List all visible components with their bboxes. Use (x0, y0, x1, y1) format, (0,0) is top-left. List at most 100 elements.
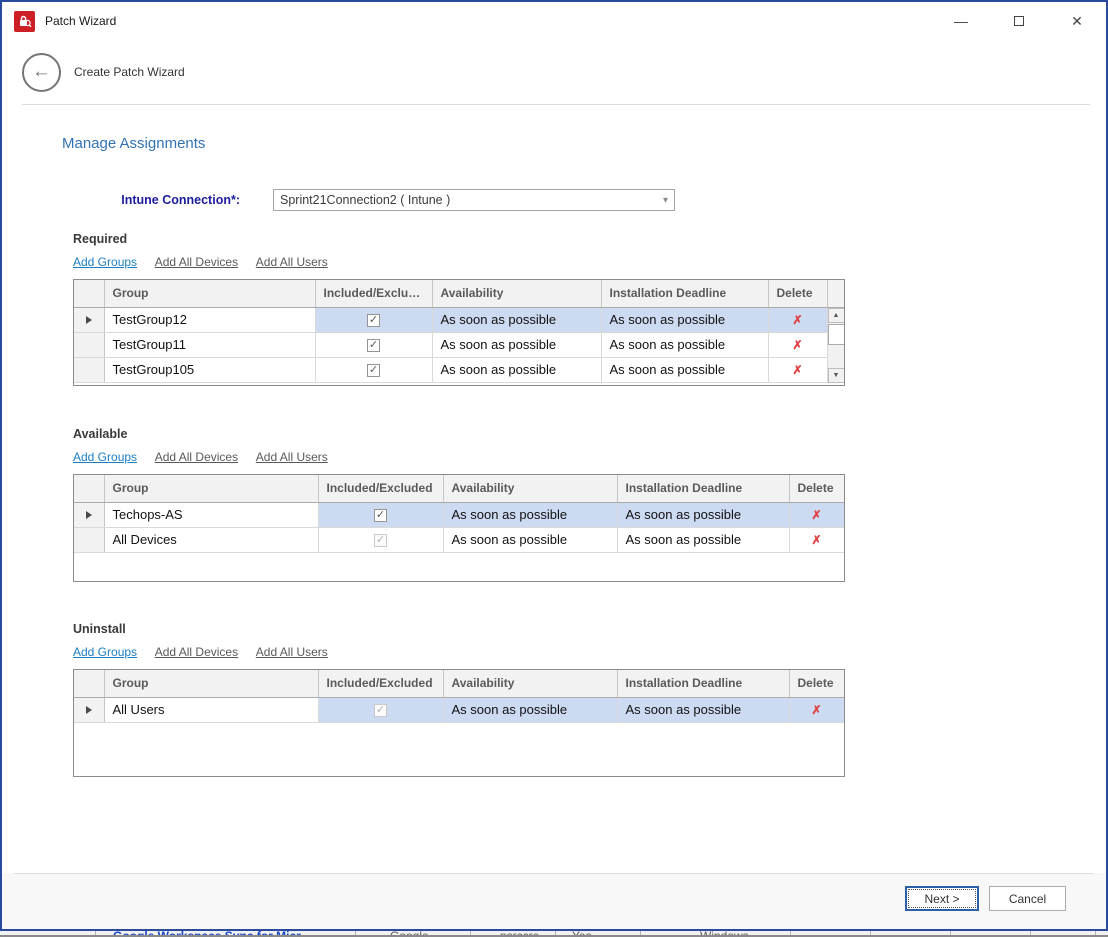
scroll-down-button[interactable]: ▼ (828, 368, 845, 383)
row-selector[interactable] (74, 307, 104, 332)
delete-x-icon[interactable]: ✗ (811, 508, 821, 522)
table-row: All Devices ✓ As soon as possible As soo… (74, 527, 844, 552)
availability-cell[interactable]: As soon as possible (432, 357, 601, 382)
included-cell[interactable]: ✓ (318, 502, 443, 527)
required-add-all-devices-link[interactable]: Add All Devices (155, 255, 238, 269)
delete-x-icon[interactable]: ✗ (792, 313, 802, 327)
delete-cell[interactable]: ✗ (768, 307, 827, 332)
scroll-track[interactable] (828, 345, 845, 368)
close-button[interactable]: ✕ (1048, 2, 1106, 40)
cancel-button-label: Cancel (1009, 892, 1046, 906)
group-cell[interactable]: TestGroup12 (104, 307, 315, 332)
titlebar: Patch Wizard — ✕ (2, 2, 1106, 40)
available-add-all-users-link[interactable]: Add All Users (256, 450, 328, 464)
arrow-left-icon: ← (32, 61, 51, 83)
uninstall-add-all-users-link[interactable]: Add All Users (256, 645, 328, 659)
delete-cell[interactable]: ✗ (789, 527, 844, 552)
deadline-cell[interactable]: As soon as possible (617, 697, 789, 722)
patch-wizard-window: Patch Wizard — ✕ ← Create Patch Wizard M… (0, 0, 1108, 931)
delete-x-icon[interactable]: ✗ (792, 338, 802, 352)
availability-cell[interactable]: As soon as possible (443, 697, 617, 722)
uninstall-add-groups-link[interactable]: Add Groups (73, 645, 137, 659)
availability-cell[interactable]: As soon as possible (443, 527, 617, 552)
intune-connection-label: Intune Connection*: (62, 193, 240, 207)
group-cell[interactable]: All Users (104, 697, 318, 722)
deadline-cell[interactable]: As soon as possible (601, 307, 768, 332)
required-assignments-table: Group Included/Excluded Availability Ins… (73, 279, 845, 386)
included-cell[interactable]: ✓ (318, 527, 443, 552)
included-checkbox[interactable]: ✓ (367, 339, 380, 352)
group-cell[interactable]: All Devices (104, 527, 318, 552)
delete-cell[interactable]: ✗ (789, 697, 844, 722)
delete-x-icon[interactable]: ✗ (792, 363, 802, 377)
row-selector[interactable] (74, 697, 104, 722)
intune-connection-select[interactable]: Sprint21Connection2 ( Intune ) ▾ (273, 189, 675, 211)
app-lock-search-icon (14, 11, 35, 32)
delete-cell[interactable]: ✗ (789, 502, 844, 527)
availability-cell[interactable]: As soon as possible (432, 332, 601, 357)
included-checkbox[interactable]: ✓ (367, 364, 380, 377)
scroll-down-icon: ▼ (833, 372, 840, 379)
included-cell[interactable]: ✓ (318, 697, 443, 722)
required-add-groups-link[interactable]: Add Groups (73, 255, 137, 269)
table-row: All Users ✓ As soon as possible As soon … (74, 697, 844, 722)
availability-cell[interactable]: As soon as possible (432, 307, 601, 332)
included-checkbox[interactable]: ✓ (367, 314, 380, 327)
included-checkbox[interactable]: ✓ (374, 509, 387, 522)
delete-x-icon[interactable]: ✗ (811, 703, 821, 717)
row-selector[interactable] (74, 527, 104, 552)
back-button[interactable]: ← (22, 53, 61, 92)
column-header-group: Group (104, 670, 318, 697)
content-area: Manage Assignments Intune Connection*: S… (2, 105, 1106, 777)
background-row-cell: Yes (572, 931, 592, 937)
column-header-included: Included/Excluded (315, 280, 432, 307)
delete-cell[interactable]: ✗ (768, 357, 827, 382)
maximize-icon (1014, 16, 1024, 26)
table-row: TestGroup105 ✓ As soon as possible As so… (74, 357, 844, 382)
deadline-cell[interactable]: As soon as possible (617, 527, 789, 552)
check-icon: ✓ (369, 365, 378, 376)
column-header-availability: Availability (443, 670, 617, 697)
table-row: TestGroup12 ✓ As soon as possible As soo… (74, 307, 844, 332)
next-button[interactable]: Next > (905, 886, 979, 911)
included-cell[interactable]: ✓ (315, 357, 432, 382)
group-cell[interactable]: TestGroup11 (104, 332, 315, 357)
scroll-up-button[interactable]: ▲ (828, 308, 845, 323)
window-controls: — ✕ (932, 2, 1106, 40)
connection-form-row: Intune Connection*: Sprint21Connection2 … (62, 189, 1106, 211)
row-arrow-icon (86, 511, 92, 519)
row-selector[interactable] (74, 357, 104, 382)
group-cell[interactable]: Techops-AS (104, 502, 318, 527)
deadline-cell[interactable]: As soon as possible (601, 332, 768, 357)
background-row-cell: Google (390, 931, 429, 937)
available-add-groups-link[interactable]: Add Groups (73, 450, 137, 464)
available-assignments-table: Group Included/Excluded Availability Ins… (73, 474, 845, 582)
included-cell[interactable]: ✓ (315, 307, 432, 332)
cancel-button[interactable]: Cancel (989, 886, 1066, 911)
check-icon: ✓ (376, 510, 385, 521)
deadline-cell[interactable]: As soon as possible (601, 357, 768, 382)
minimize-icon: — (954, 13, 968, 29)
group-cell[interactable]: TestGroup105 (104, 357, 315, 382)
vertical-scrollbar[interactable]: ▲ ▼ (827, 307, 844, 383)
uninstall-add-all-devices-link[interactable]: Add All Devices (155, 645, 238, 659)
scroll-thumb[interactable] (828, 324, 845, 345)
wizard-header: ← Create Patch Wizard (2, 40, 1106, 104)
maximize-button[interactable] (990, 2, 1048, 40)
minimize-button[interactable]: — (932, 2, 990, 40)
available-add-all-devices-link[interactable]: Add All Devices (155, 450, 238, 464)
included-cell[interactable]: ✓ (315, 332, 432, 357)
check-icon: ✓ (376, 535, 385, 546)
row-selector[interactable] (74, 502, 104, 527)
uninstall-section-title: Uninstall (73, 622, 1106, 636)
background-row-cell: nsrccre (500, 931, 539, 937)
column-header-delete: Delete (789, 670, 844, 697)
deadline-cell[interactable]: As soon as possible (617, 502, 789, 527)
availability-cell[interactable]: As soon as possible (443, 502, 617, 527)
row-selector[interactable] (74, 332, 104, 357)
check-icon: ✓ (369, 315, 378, 326)
delete-x-icon[interactable]: ✗ (811, 533, 821, 547)
background-row-cell: Windows... (700, 931, 759, 937)
delete-cell[interactable]: ✗ (768, 332, 827, 357)
required-add-all-users-link[interactable]: Add All Users (256, 255, 328, 269)
